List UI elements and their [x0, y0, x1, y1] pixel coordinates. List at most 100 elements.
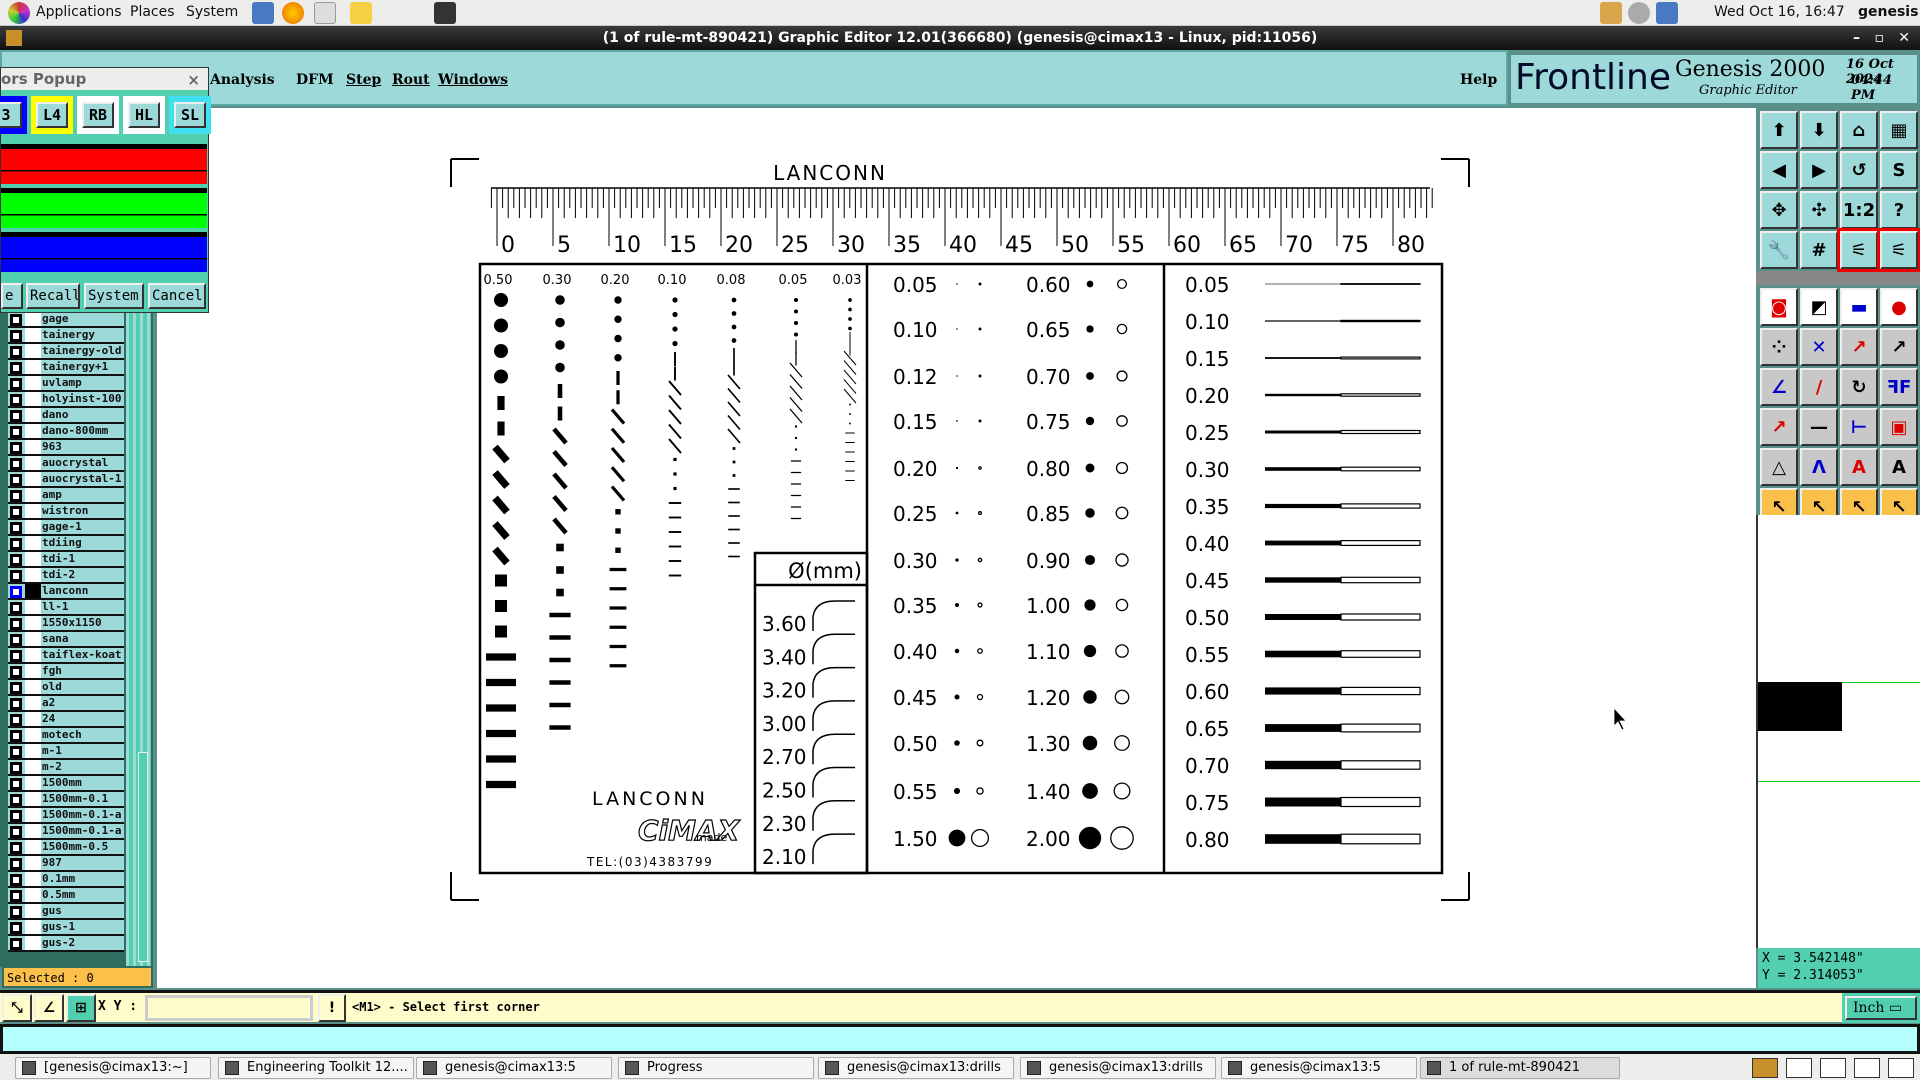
info-icon[interactable]: !	[318, 994, 346, 1022]
menu-help[interactable]: Help	[1460, 72, 1497, 88]
taskbar-item[interactable]: genesis@cimax13:drills	[818, 1057, 1014, 1079]
layer-color-swatch[interactable]	[25, 760, 41, 774]
notes-icon[interactable]	[350, 2, 372, 24]
minimize-icon[interactable]: –	[1853, 26, 1860, 50]
layer-row[interactable]: lanconn	[8, 584, 124, 600]
resize-icon[interactable]: ↗	[1760, 408, 1798, 446]
firefox-icon[interactable]	[282, 2, 304, 24]
layer-checkbox[interactable]	[10, 730, 22, 742]
layer-row[interactable]: 1500mm-0.1-a	[8, 808, 124, 824]
layer-checkbox[interactable]	[10, 506, 22, 518]
layer-list-scrollbar[interactable]	[126, 312, 151, 967]
layer-down-icon[interactable]: ⬇	[1800, 111, 1838, 149]
layer-row[interactable]: gus-1	[8, 920, 124, 936]
layer-row[interactable]: m-2	[8, 760, 124, 776]
layer-checkbox[interactable]	[10, 538, 22, 550]
layer-checkbox[interactable]	[10, 618, 22, 630]
angle-icon[interactable]: ∠	[34, 994, 64, 1022]
layer-color-swatch[interactable]	[25, 504, 41, 518]
layer-color-swatch[interactable]	[25, 824, 41, 838]
menu-analysis[interactable]: Analysis	[210, 72, 275, 88]
delete-icon[interactable]: ✕	[1800, 328, 1838, 366]
layer-checkbox[interactable]	[10, 650, 22, 662]
layer-button-hl[interactable]: HL	[123, 96, 165, 134]
layer-button-rb[interactable]: RB	[77, 96, 119, 134]
line-icon[interactable]: /	[1800, 368, 1838, 406]
layer-color-swatch[interactable]	[25, 792, 41, 806]
layer-row[interactable]: tainergy-old	[8, 344, 124, 360]
workspace-1-icon[interactable]	[1752, 1058, 1778, 1078]
layer-checkbox[interactable]	[10, 330, 22, 342]
layer-checkbox[interactable]	[10, 522, 22, 534]
layer-color-swatch[interactable]	[25, 456, 41, 470]
measure-icon[interactable]: ▬	[1840, 288, 1878, 326]
layer-color-swatch[interactable]	[25, 424, 41, 438]
merge-icon[interactable]: ▣	[1880, 408, 1918, 446]
recall-button[interactable]: Recall	[26, 283, 80, 309]
xy-input[interactable]	[145, 995, 313, 1021]
terminal-icon[interactable]	[434, 2, 456, 24]
save-button[interactable]: e	[1, 283, 23, 309]
arc-a-2-icon[interactable]: A	[1840, 448, 1878, 486]
help-icon[interactable]: ?	[1880, 191, 1918, 229]
graphic-canvas[interactable]: LANCONN 0 5 10 15 20 25 30 35 40 45 50 55 60 65 70 75 80 0…	[157, 108, 1756, 988]
layer-row[interactable]: gus	[8, 904, 124, 920]
layer-button-3[interactable]: 3	[0, 96, 27, 134]
layer-checkbox[interactable]	[10, 410, 22, 422]
screen-icon[interactable]	[252, 2, 274, 24]
layer-color-swatch[interactable]	[25, 936, 41, 950]
menu-windows[interactable]: Windows	[438, 72, 508, 88]
layer-checkbox[interactable]	[10, 810, 22, 822]
copy-icon[interactable]: ↗	[1880, 328, 1918, 366]
trash-icon[interactable]	[1888, 1058, 1914, 1078]
pan-left-icon[interactable]: ◀	[1760, 151, 1798, 189]
layer-row[interactable]: m-1	[8, 744, 124, 760]
arc-a-3-icon[interactable]: A	[1880, 448, 1918, 486]
layer-checkbox[interactable]	[10, 586, 22, 598]
undo-view-icon[interactable]: ↺	[1840, 151, 1878, 189]
cancel-button[interactable]: Cancel	[148, 283, 206, 309]
settings-icon[interactable]: 🔧	[1760, 231, 1798, 269]
layer-color-swatch[interactable]	[25, 408, 41, 422]
layer-row[interactable]: tainergy+1	[8, 360, 124, 376]
close-icon[interactable]: ✕	[1898, 26, 1910, 50]
mirror-icon[interactable]: ꟻF	[1880, 368, 1918, 406]
popup-close-icon[interactable]: ×	[187, 71, 200, 89]
layer-color-swatch[interactable]	[25, 376, 41, 390]
layer-checkbox[interactable]	[10, 666, 22, 678]
layer-row[interactable]: 24	[8, 712, 124, 728]
zoom-center-icon[interactable]: ✣	[1800, 191, 1838, 229]
layer-row[interactable]: old	[8, 680, 124, 696]
layer-color-swatch[interactable]	[25, 392, 41, 406]
layer-checkbox[interactable]	[10, 394, 22, 406]
layer-checkbox[interactable]	[10, 378, 22, 390]
snake-icon[interactable]: S	[1880, 151, 1918, 189]
layer-color-swatch[interactable]	[25, 360, 41, 374]
layer-checkbox[interactable]	[10, 458, 22, 470]
layer-checkbox[interactable]	[10, 698, 22, 710]
color-bar-green[interactable]	[1, 188, 207, 228]
workspace-4-icon[interactable]	[1854, 1058, 1880, 1078]
layer-row[interactable]: 1500mm-0.1-a	[8, 824, 124, 840]
layer-color-swatch[interactable]	[25, 344, 41, 358]
layer-row[interactable]: dano-800mm	[8, 424, 124, 440]
layer-color-swatch[interactable]	[25, 328, 41, 342]
layer-checkbox[interactable]	[10, 858, 22, 870]
menu-dfm[interactable]: DFM	[296, 72, 334, 88]
layer-checkbox[interactable]	[10, 922, 22, 934]
layer-color-swatch[interactable]	[25, 776, 41, 790]
layer-color-swatch[interactable]	[25, 728, 41, 742]
layer-row[interactable]: gage-1	[8, 520, 124, 536]
layer-checkbox[interactable]	[10, 634, 22, 646]
layer-color-swatch[interactable]	[25, 520, 41, 534]
layer-row[interactable]: 1500mm	[8, 776, 124, 792]
layer-row[interactable]: 1500mm-0.5	[8, 840, 124, 856]
layer-color-swatch[interactable]	[25, 680, 41, 694]
taskbar-item[interactable]: [genesis@cimax13:~]	[15, 1057, 211, 1079]
layer-row[interactable]: gage	[8, 312, 124, 328]
menu-rout[interactable]: Rout	[392, 72, 430, 88]
color-bar-red[interactable]	[1, 144, 207, 184]
layer-row[interactable]: amp	[8, 488, 124, 504]
layer-color-swatch[interactable]	[25, 744, 41, 758]
pcb-route-icon[interactable]: ⚟	[1837, 228, 1881, 272]
